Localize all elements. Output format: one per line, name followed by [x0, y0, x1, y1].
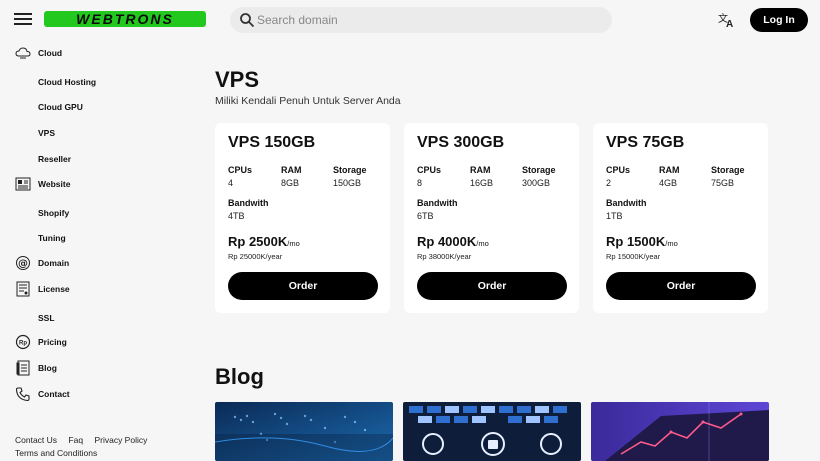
cpus-value: 4 — [228, 178, 234, 188]
ram-value: 16GB — [470, 178, 494, 188]
plan-card: VPS 75GB CPUs 2 RAM 4GB Storage 75GB Ban… — [593, 123, 768, 313]
sidebar: Cloud Cloud Hosting Cloud GPU VPS Resell… — [0, 40, 185, 461]
sidebar-item-cloud-hosting[interactable]: Cloud Hosting — [38, 77, 96, 91]
storage-label: Storage — [522, 165, 556, 175]
sidebar-item-ssl[interactable]: SSL — [38, 313, 55, 327]
contact-us-link[interactable]: Contact Us — [15, 435, 57, 445]
plan-name: VPS 150GB — [228, 134, 316, 151]
storage-value: 75GB — [711, 178, 735, 188]
ram-label: RAM — [470, 165, 491, 175]
bandwidth-value: 4TB — [228, 211, 245, 221]
ram-value: 4GB — [659, 178, 678, 188]
ram-label: RAM — [659, 165, 680, 175]
rupiah-icon: Rp — [14, 333, 32, 351]
ram-value: 8GB — [281, 178, 300, 188]
sidebar-item-pricing[interactable]: Rp Pricing — [14, 332, 67, 352]
page-title: VPS — [215, 67, 260, 92]
faq-link[interactable]: Faq — [68, 435, 83, 445]
page-subtitle: Miliki Kendali Penuh Untuk Server Anda — [215, 95, 401, 107]
plan-name: VPS 75GB — [606, 134, 685, 151]
blog-section-title: Blog — [215, 364, 264, 389]
plan-yearly-price: Rp 15000K/year — [606, 252, 661, 261]
search-input[interactable] — [257, 10, 597, 30]
plan-card: VPS 300GB CPUs 8 RAM 16GB Storage 300GB … — [404, 123, 579, 313]
cpus-value: 2 — [606, 178, 612, 188]
storage-value: 300GB — [522, 178, 551, 188]
cpus-label: CPUs — [606, 165, 631, 175]
blog-icon — [14, 359, 32, 377]
sidebar-item-license[interactable]: License — [14, 279, 70, 299]
storage-label: Storage — [333, 165, 367, 175]
sidebar-item-cloud[interactable]: Cloud — [14, 43, 62, 63]
login-button[interactable]: Log In — [750, 8, 808, 32]
sidebar-item-cloud-gpu[interactable]: Cloud GPU — [38, 102, 83, 116]
storage-label: Storage — [711, 165, 745, 175]
menu-icon[interactable] — [14, 12, 32, 26]
order-button[interactable]: Order — [417, 272, 567, 300]
blog-thumbnail-security[interactable] — [403, 402, 581, 461]
cpus-value: 8 — [417, 178, 423, 188]
sidebar-item-vps[interactable]: VPS — [38, 128, 55, 142]
plan-price: Rp 4000K/mo — [417, 234, 489, 249]
phone-icon — [14, 385, 32, 403]
plan-yearly-price: Rp 38000K/year — [417, 252, 472, 261]
sidebar-item-blog[interactable]: Blog — [14, 358, 57, 378]
plan-yearly-price: Rp 25000K/year — [228, 252, 283, 261]
storage-value: 150GB — [333, 178, 362, 188]
plan-name: VPS 300GB — [417, 134, 505, 151]
sidebar-item-shopify[interactable]: Shopify — [38, 208, 69, 222]
plan-price: Rp 2500K/mo — [228, 234, 300, 249]
search-bar[interactable] — [230, 7, 612, 33]
sidebar-footer-links: Contact Us Faq Privacy Policy Terms and … — [15, 434, 147, 460]
svg-text:Rp: Rp — [19, 341, 27, 347]
webtrons-logo[interactable]: WEBTRONS — [44, 10, 206, 28]
cpus-label: CPUs — [228, 165, 253, 175]
order-button[interactable]: Order — [228, 272, 378, 300]
top-bar: WEBTRONS 文 A Log In — [0, 0, 820, 40]
translate-icon[interactable]: 文 A — [718, 12, 736, 28]
svg-text:A: A — [726, 19, 733, 28]
svg-text:@: @ — [18, 259, 28, 270]
terms-link[interactable]: Terms and Conditions — [15, 448, 97, 458]
bandwidth-label: Bandwith — [606, 198, 647, 208]
order-button[interactable]: Order — [606, 272, 756, 300]
sidebar-item-tuning[interactable]: Tuning — [38, 233, 66, 247]
sidebar-item-reseller[interactable]: Reseller — [38, 154, 71, 168]
svg-text:WEBTRONS: WEBTRONS — [76, 11, 174, 27]
ram-label: RAM — [281, 165, 302, 175]
cloud-icon — [14, 44, 32, 62]
blog-thumbnail-chart[interactable] — [591, 402, 769, 461]
website-icon — [14, 175, 32, 193]
plan-price: Rp 1500K/mo — [606, 234, 678, 249]
at-icon: @ — [14, 254, 32, 272]
privacy-policy-link[interactable]: Privacy Policy — [94, 435, 147, 445]
bandwidth-value: 1TB — [606, 211, 623, 221]
sidebar-item-website[interactable]: Website — [14, 174, 70, 194]
cpus-label: CPUs — [417, 165, 442, 175]
sidebar-item-domain[interactable]: @ Domain — [14, 253, 69, 273]
sidebar-item-contact[interactable]: Contact — [14, 384, 70, 404]
plan-card: VPS 150GB CPUs 4 RAM 8GB Storage 150GB B… — [215, 123, 390, 313]
bandwidth-value: 6TB — [417, 211, 434, 221]
bandwidth-label: Bandwith — [417, 198, 458, 208]
blog-thumbnail-world-map[interactable] — [215, 402, 393, 461]
bandwidth-label: Bandwith — [228, 198, 269, 208]
search-icon — [240, 13, 255, 28]
license-icon — [14, 280, 32, 298]
